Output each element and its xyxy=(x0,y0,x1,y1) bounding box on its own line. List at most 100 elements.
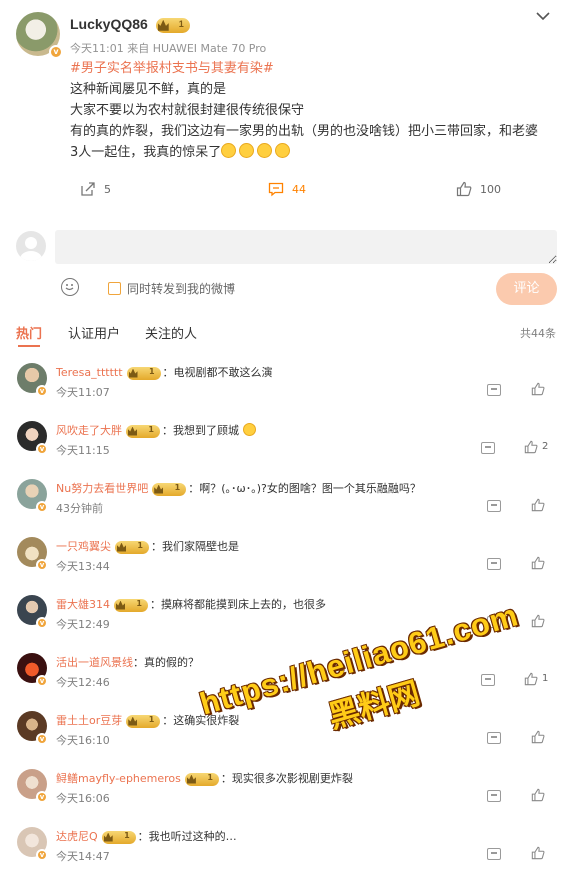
comment-tabs: 热门 认证用户 关注的人 共44条 xyxy=(0,323,562,353)
commenter-name[interactable]: 一只鸡翼尖 xyxy=(56,540,111,553)
commenter-name[interactable]: Teresa_tttttt xyxy=(56,366,123,379)
level-crown-icon: 1 xyxy=(126,714,161,728)
level-crown-icon: 1 xyxy=(126,424,160,438)
commenter-name[interactable]: 雷土土or豆芽 xyxy=(56,714,122,727)
tab-hot[interactable]: 热门 xyxy=(16,323,42,347)
comment-line: 雷大雄314 1 ：摸麻将都能摸到床上去的，也很多 xyxy=(56,596,326,612)
reply-icon[interactable] xyxy=(487,384,501,396)
commenter-name[interactable]: Nu努力去看世界吧 xyxy=(56,482,148,495)
thumbs-up-icon[interactable] xyxy=(524,440,538,454)
comment-like-count: 2 xyxy=(542,441,549,452)
verified-badge-icon: v xyxy=(36,443,48,455)
comment-text: ：现实很多次影视剧更炸裂 xyxy=(220,772,353,785)
laugh-cry-emoji-icon xyxy=(221,143,237,158)
reply-icon[interactable] xyxy=(487,732,501,744)
level-number: 1 xyxy=(178,18,184,29)
reply-icon[interactable] xyxy=(487,500,501,512)
comment-time: 今天12:49 xyxy=(56,618,110,631)
level-crown-icon: 1 xyxy=(101,830,136,844)
thumbs-up-icon[interactable] xyxy=(531,846,545,860)
commenter-name[interactable]: 雷大雄314 xyxy=(56,598,110,611)
post-line-2: 大家不要以为农村就很封建很传统很保守 xyxy=(70,103,305,118)
verified-badge-icon: v xyxy=(36,559,48,571)
comment-text: ：我想到了顾城 xyxy=(162,424,243,437)
commenter-name[interactable]: 达虎尼Q xyxy=(56,830,98,843)
comment-count: 44 xyxy=(292,182,306,196)
like-button[interactable]: 100 xyxy=(456,181,501,197)
level-crown-icon: 1 xyxy=(126,366,161,380)
level-crown-icon: 1 xyxy=(115,540,149,554)
thumbs-up-icon xyxy=(456,181,472,197)
forward-checkbox[interactable] xyxy=(108,282,121,295)
verified-badge-icon: v xyxy=(36,617,48,629)
verified-badge-icon: v xyxy=(36,675,48,687)
author-line: LuckyQQ86 1 xyxy=(70,16,190,33)
comment-text: ：啊？(｡･ω･｡)?女的图啥？图一个其乐融融吗？ xyxy=(188,482,421,495)
comment-time: 今天12:46 xyxy=(56,676,110,689)
commenter-name[interactable]: 活出一道风景线 xyxy=(56,656,133,669)
thumbs-up-icon[interactable] xyxy=(531,614,545,628)
level-crown-icon: 1 xyxy=(152,482,187,496)
submit-comment-button[interactable]: 评论 xyxy=(496,273,557,305)
comment-item: v 风吹走了大胖 1 ：我想到了顾城 今天11:15 2 xyxy=(0,410,562,468)
comment-line: 鲟鳝mayfly-ephemeros 1 ：现实很多次影视剧更炸裂 xyxy=(56,770,353,786)
comment-text: ：摸麻将都能摸到床上去的，也很多 xyxy=(150,598,326,611)
comment-icon xyxy=(268,182,284,197)
forward-label: 同时转发到我的微博 xyxy=(127,282,236,296)
comment-time: 今天16:06 xyxy=(56,792,110,805)
thumbs-up-icon[interactable] xyxy=(531,788,545,802)
commenter-name[interactable]: 鲟鳝mayfly-ephemeros xyxy=(56,772,181,785)
post-line-1: 这种新闻屡见不鲜，真的是 xyxy=(70,82,227,97)
thumbs-up-icon[interactable] xyxy=(531,556,545,570)
reply-icon[interactable] xyxy=(481,442,495,454)
comment-text: ：我们家隔壁也是 xyxy=(151,540,239,553)
post-content: #男子实名举报村支书与其妻有染# 这种新闻屡见不鲜，真的是 大家不要以为农村就很… xyxy=(70,58,540,163)
reply-icon[interactable] xyxy=(487,790,501,802)
tab-verified-users[interactable]: 认证用户 xyxy=(68,323,120,342)
comment-composer: 同时转发到我的微博 评论 xyxy=(0,230,562,310)
thumbs-up-icon[interactable] xyxy=(531,730,545,744)
laugh-cry-emoji-icon xyxy=(257,143,273,158)
comment-button[interactable]: 44 xyxy=(268,181,306,197)
emoji-picker-icon[interactable] xyxy=(61,278,79,296)
post-actions: 5 44 100 xyxy=(0,181,562,205)
comment-time: 今天14:47 xyxy=(56,850,110,863)
verified-badge-icon: v xyxy=(36,733,48,745)
comment-line: Nu努力去看世界吧 1 ：啊？(｡･ω･｡)?女的图啥？图一个其乐融融吗？ xyxy=(56,480,421,496)
comment-text: ：我也听过这种的… xyxy=(137,830,237,843)
topic-link[interactable]: #男子实名举报村支书与其妻有染# xyxy=(70,58,540,79)
comment-input[interactable] xyxy=(55,230,557,264)
repost-icon xyxy=(81,182,95,196)
verified-badge-icon: v xyxy=(49,45,63,59)
tab-following[interactable]: 关注的人 xyxy=(145,323,197,342)
post-line-3: 有的真的炸裂，我们这边有一家男的出轨（男的也没啥钱）把小三带回家，和老婆3人一起… xyxy=(70,121,540,163)
comment-text: ：真的假的？ xyxy=(133,656,199,669)
comment-item: v 鲟鳝mayfly-ephemeros 1 ：现实很多次影视剧更炸裂 今天16:0… xyxy=(0,758,562,816)
comment-text: ：电视剧都不敢这么演 xyxy=(162,366,273,379)
author-name[interactable]: LuckyQQ86 xyxy=(70,16,148,32)
comment-time: 43分钟前 xyxy=(56,502,103,515)
post-meta: 今天11:01 来自 HUAWEI Mate 70 Pro xyxy=(70,42,267,55)
post-line-3-text: 有的真的炸裂，我们这边有一家男的出轨（男的也没啥钱）把小三带回家，和老婆3人一起… xyxy=(70,124,539,160)
verified-badge-icon: v xyxy=(36,501,48,513)
reply-icon[interactable] xyxy=(487,848,501,860)
reply-icon[interactable] xyxy=(487,558,501,570)
comment-line: 活出一道风景线：真的假的？ xyxy=(56,654,199,670)
laugh-cry-emoji-icon xyxy=(275,143,291,158)
level-crown-icon: 1 xyxy=(184,772,219,786)
comment-time: 今天16:10 xyxy=(56,734,110,747)
comment-line: 一只鸡翼尖 1 ：我们家隔壁也是 xyxy=(56,538,239,554)
thumbs-up-icon[interactable] xyxy=(531,382,545,396)
level-crown-icon: 1 xyxy=(114,598,148,612)
comment-line: Teresa_tttttt 1 ：电视剧都不敢这么演 xyxy=(56,364,273,380)
comment-item: v 达虎尼Q 1 ：我也听过这种的… 今天14:47 xyxy=(0,816,562,874)
comment-time: 今天13:44 xyxy=(56,560,110,573)
thumbs-up-icon[interactable] xyxy=(531,498,545,512)
repost-button[interactable]: 5 xyxy=(80,181,111,197)
user-avatar xyxy=(16,231,46,261)
commenter-name[interactable]: 风吹走了大胖 xyxy=(56,424,122,437)
comment-total: 共44条 xyxy=(520,327,556,340)
chevron-down-icon[interactable] xyxy=(534,9,552,23)
comment-time: 今天11:15 xyxy=(56,444,110,457)
comment-like-count: 1 xyxy=(542,673,549,684)
